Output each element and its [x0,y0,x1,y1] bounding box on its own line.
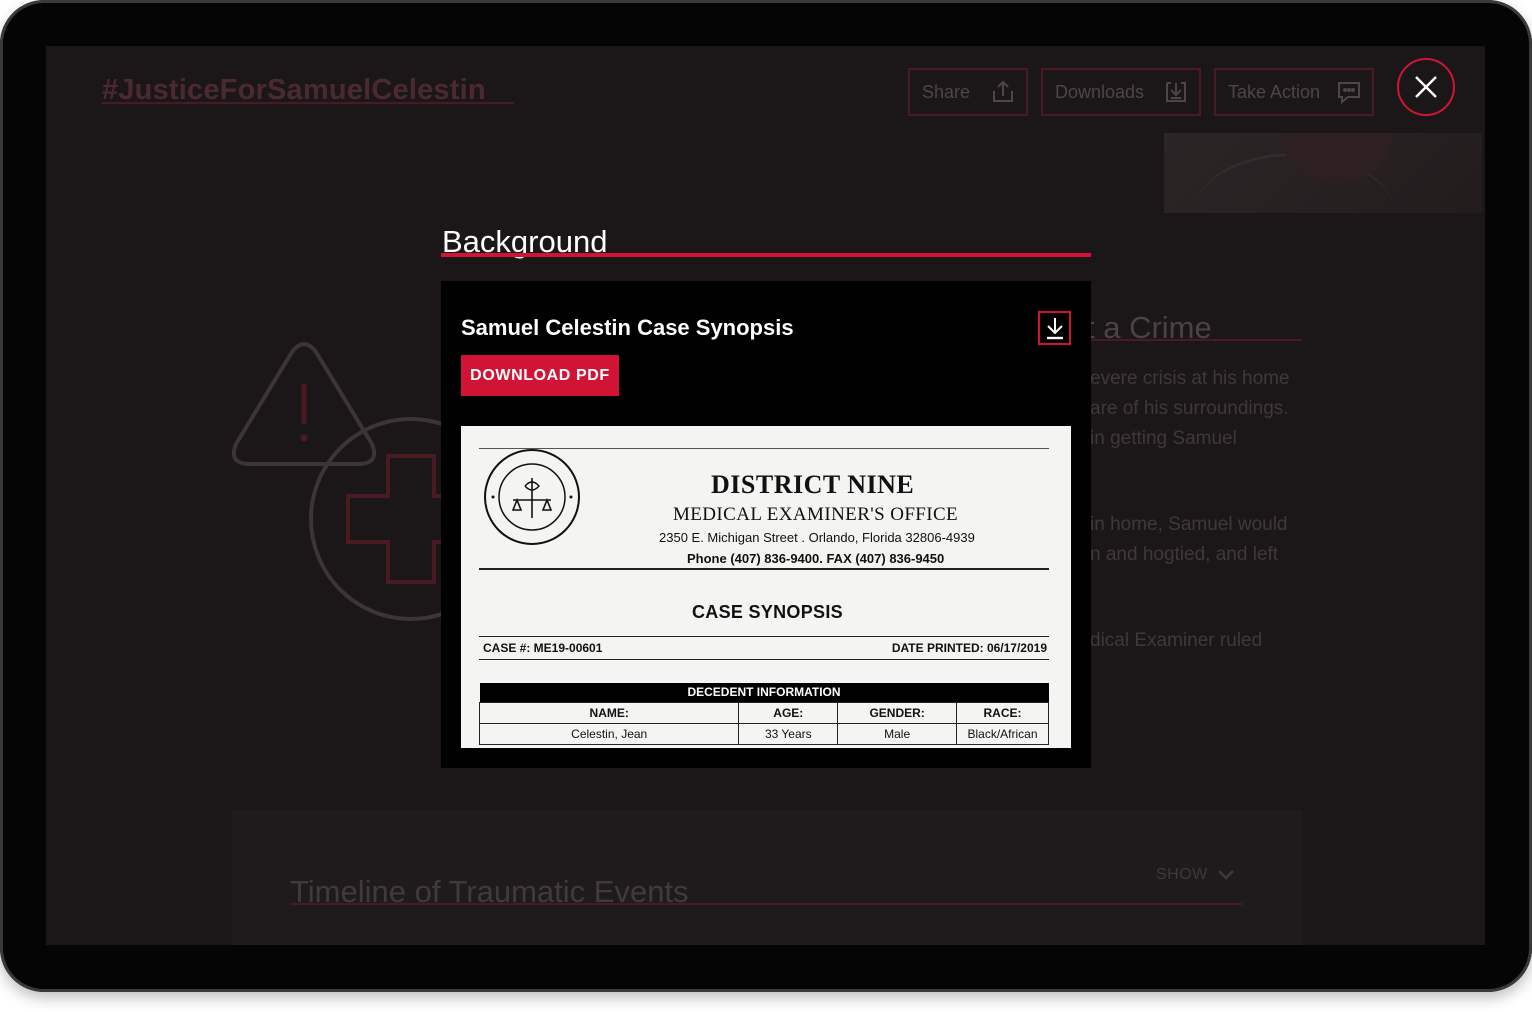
hashtag-underline [102,102,514,104]
doc-address: 2350 E. Michigan Street . Orlando, Flori… [659,530,975,545]
download-pdf-button[interactable]: DOWNLOAD PDF [461,355,619,396]
chevron-down-icon[interactable] [1216,864,1236,884]
table-cell: Black/African [956,722,1049,745]
body-text-line: n and hogtied, and left [1090,544,1279,565]
close-icon [1415,76,1437,98]
document-preview[interactable]: DISTRICT NINE MEDICAL EXAMINER'S OFFICE … [461,426,1071,748]
share-button-label: Share [922,81,971,102]
download-icon-button[interactable] [1038,311,1071,345]
timeline-show-toggle[interactable]: SHOW [1156,866,1208,884]
doc-header-rule [479,568,1049,570]
modal-title: Samuel Celestin Case Synopsis [461,315,794,340]
doc-heading: CASE SYNOPSIS [692,602,843,622]
table-header-cell: RACE: [956,701,1049,724]
doc-rule [479,659,1049,660]
body-text-line: are of his surroundings. [1090,398,1289,419]
table-row: Celestin, Jean 33 Years Male Black/Afric… [478,722,1049,745]
chat-icon [1338,82,1360,105]
download-icon [1166,82,1186,102]
doc-case-number: CASE #: ME19-00601 [483,641,603,655]
downloads-button-label: Downloads [1055,81,1145,102]
body-text-line: dical Examiner ruled [1090,630,1263,651]
decedent-table: DECEDENT INFORMATION NAME: AGE: GENDER: … [478,683,1049,745]
body-text-line: evere crisis at his home [1090,368,1290,389]
download-icon [1046,318,1063,340]
table-cell: Celestin, Jean [478,722,740,745]
take-action-button-label: Take Action [1228,81,1321,102]
screen: #JusticeForSamuelCelestin Share Download… [46,46,1485,945]
device-frame: #JusticeForSamuelCelestin Share Download… [0,0,1532,992]
table-cell: Male [837,722,958,745]
modal-heading-underline [441,253,1091,257]
doc-rule [479,636,1049,637]
downloads-button[interactable]: Downloads [1041,68,1201,116]
table-title: DECEDENT INFORMATION [479,683,1049,702]
share-button[interactable]: Share [908,68,1028,116]
share-icon [993,80,1013,102]
timeline-underline [290,903,1242,905]
medical-examiner-seal [484,449,580,545]
body-text-line: in getting Samuel [1090,428,1237,449]
document-modal: Samuel Celestin Case Synopsis DOWNLOAD P… [441,281,1091,768]
header-photo [1164,133,1482,213]
doc-agency: DISTRICT NINE [711,470,915,499]
take-action-button[interactable]: Take Action [1214,68,1374,116]
crime-heading-underline [1086,339,1302,341]
table-header-cell: GENDER: [837,701,958,724]
doc-date-printed: DATE PRINTED: 06/17/2019 [891,641,1047,655]
close-button[interactable] [1397,58,1455,116]
body-text-line: in home, Samuel would [1090,514,1288,535]
table-header-cell: NAME: [478,701,740,724]
doc-office: MEDICAL EXAMINER'S OFFICE [673,504,959,525]
doc-phone: Phone (407) 836-9400. FAX (407) 836-9450 [687,551,945,566]
table-cell: 33 Years [738,722,839,745]
table-header-cell: AGE: [738,701,839,724]
